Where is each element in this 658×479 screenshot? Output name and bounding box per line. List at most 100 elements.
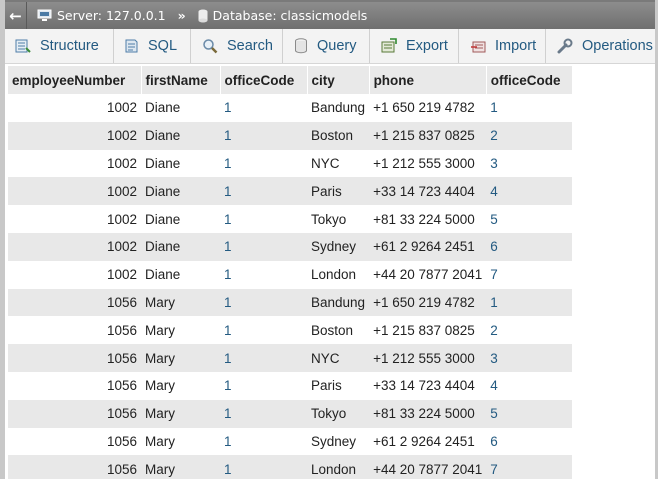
city-cell: NYC xyxy=(307,344,370,372)
employee-number-cell: 1002 xyxy=(8,149,141,178)
phone-cell: +1 212 555 3000 xyxy=(369,149,487,178)
table-row[interactable]: 1002 Diane 1 NYC +1 212 555 3000 3 xyxy=(8,149,573,178)
employee-number-cell: 1002 xyxy=(8,260,141,289)
phpmyadmin-page: ← Server: 127.0.0.1 » Database: classicm… xyxy=(0,0,658,479)
city-cell: Bandung xyxy=(307,288,370,317)
tab-search[interactable]: Search xyxy=(191,29,283,63)
city-cell: Paris xyxy=(307,177,370,206)
first-name-cell: Diane xyxy=(141,232,220,261)
column-header-phone[interactable]: phone xyxy=(369,66,487,94)
phone-cell: +1 650 219 4782 xyxy=(369,94,487,122)
column-header-firstname[interactable]: firstName xyxy=(141,66,221,94)
office-code-link[interactable]: 1 xyxy=(486,94,573,122)
tab-export[interactable]: Export xyxy=(370,29,459,63)
table-row[interactable]: 1056 Mary 1 NYC +1 212 555 3000 3 xyxy=(8,344,573,372)
employee-number-cell: 1056 xyxy=(8,371,141,400)
office-code-cell: 1 xyxy=(220,344,307,372)
column-header-city[interactable]: city xyxy=(307,66,370,94)
city-cell: Tokyo xyxy=(307,399,370,428)
tab-import[interactable]: Import xyxy=(459,29,546,63)
office-code-link[interactable]: 3 xyxy=(486,149,573,178)
column-header-employeenumber[interactable]: employeeNumber xyxy=(8,66,142,94)
table-row[interactable]: 1056 Mary 1 Boston +1 215 837 0825 2 xyxy=(8,316,573,345)
table-row[interactable]: 1056 Mary 1 London +44 20 7877 2041 7 xyxy=(8,455,573,479)
office-code-link[interactable]: 1 xyxy=(486,288,573,317)
tab-sql-label: SQL xyxy=(148,38,178,54)
table-row[interactable]: 1002 Diane 1 Boston +1 215 837 0825 2 xyxy=(8,121,573,150)
first-name-cell: Diane xyxy=(141,260,220,289)
table-row[interactable]: 1002 Diane 1 Sydney +61 2 9264 2451 6 xyxy=(8,232,573,261)
office-code-link[interactable]: 3 xyxy=(486,344,573,372)
employee-number-cell: 1002 xyxy=(8,205,141,233)
employee-number-cell: 1002 xyxy=(8,121,141,150)
office-code-link[interactable]: 4 xyxy=(486,177,573,206)
tab-bar: Structure SQL Search Query Export Import… xyxy=(5,29,655,64)
first-name-cell: Mary xyxy=(141,288,220,317)
office-code-link[interactable]: 6 xyxy=(486,232,573,261)
office-code-cell: 1 xyxy=(220,371,307,400)
employee-number-cell: 1056 xyxy=(8,288,141,317)
column-header-officecode-2[interactable]: officeCode xyxy=(486,66,573,94)
table-row[interactable]: 1002 Diane 1 Bandung +1 650 219 4782 1 xyxy=(8,94,573,122)
first-name-cell: Mary xyxy=(141,399,220,428)
phone-cell: +81 33 224 5000 xyxy=(369,399,487,428)
breadcrumb-separator: » xyxy=(177,8,186,23)
breadcrumb: ← Server: 127.0.0.1 » Database: classicm… xyxy=(5,0,655,29)
office-code-link[interactable]: 7 xyxy=(486,260,573,289)
back-arrow-icon[interactable]: ← xyxy=(5,2,27,29)
city-cell: Bandung xyxy=(307,94,370,122)
phone-cell: +1 215 837 0825 xyxy=(369,316,487,345)
table-row[interactable]: 1056 Mary 1 Sydney +61 2 9264 2451 6 xyxy=(8,427,573,456)
first-name-cell: Mary xyxy=(141,455,220,479)
office-code-link[interactable]: 2 xyxy=(486,121,573,150)
breadcrumb-server[interactable]: Server: 127.0.0.1 xyxy=(37,8,166,23)
tab-query-label: Query xyxy=(317,38,357,54)
first-name-cell: Mary xyxy=(141,344,220,372)
table-row[interactable]: 1056 Mary 1 Tokyo +81 33 224 5000 5 xyxy=(8,399,573,428)
office-code-cell: 1 xyxy=(220,121,307,150)
structure-icon xyxy=(15,38,31,54)
office-code-link[interactable]: 5 xyxy=(486,205,573,233)
table-row[interactable]: 1002 Diane 1 Paris +33 14 723 4404 4 xyxy=(8,177,573,206)
table-row[interactable]: 1002 Diane 1 Tokyo +81 33 224 5000 5 xyxy=(8,205,573,233)
table-row[interactable]: 1056 Mary 1 Bandung +1 650 219 4782 1 xyxy=(8,288,573,317)
office-code-link[interactable]: 5 xyxy=(486,399,573,428)
tab-structure[interactable]: Structure xyxy=(5,29,114,63)
first-name-cell: Diane xyxy=(141,149,220,178)
table-row[interactable]: 1002 Diane 1 London +44 20 7877 2041 7 xyxy=(8,260,573,289)
office-code-link[interactable]: 4 xyxy=(486,371,573,400)
employee-number-cell: 1056 xyxy=(8,344,141,372)
phone-cell: +61 2 9264 2451 xyxy=(369,427,487,456)
first-name-cell: Mary xyxy=(141,371,220,400)
phone-cell: +1 212 555 3000 xyxy=(369,344,487,372)
phone-cell: +33 14 723 4404 xyxy=(369,371,487,400)
office-code-cell: 1 xyxy=(220,149,307,178)
tab-query[interactable]: Query xyxy=(283,29,370,63)
city-cell: Sydney xyxy=(307,427,370,456)
export-icon xyxy=(381,38,397,54)
phone-cell: +61 2 9264 2451 xyxy=(369,232,487,261)
office-code-cell: 1 xyxy=(220,260,307,289)
tab-sql[interactable]: SQL xyxy=(114,29,191,63)
tab-operations[interactable]: Operations xyxy=(546,29,655,63)
breadcrumb-database[interactable]: Database: classicmodels xyxy=(198,8,367,23)
table-row[interactable]: 1056 Mary 1 Paris +33 14 723 4404 4 xyxy=(8,371,573,400)
table-body: 1002 Diane 1 Bandung +1 650 219 4782 1 1002 Dia… xyxy=(8,94,573,479)
employee-number-cell: 1056 xyxy=(8,427,141,456)
first-name-cell: Mary xyxy=(141,427,220,456)
employee-number-cell: 1002 xyxy=(8,94,141,122)
tab-search-label: Search xyxy=(227,38,273,54)
office-code-link[interactable]: 7 xyxy=(486,455,573,479)
office-code-link[interactable]: 2 xyxy=(486,316,573,345)
office-code-link[interactable]: 6 xyxy=(486,427,573,456)
office-code-cell: 1 xyxy=(220,427,307,456)
city-cell: Boston xyxy=(307,121,370,150)
import-icon xyxy=(470,38,486,54)
office-code-cell: 1 xyxy=(220,399,307,428)
office-code-cell: 1 xyxy=(220,177,307,206)
phone-cell: +1 215 837 0825 xyxy=(369,121,487,150)
tab-structure-label: Structure xyxy=(40,38,99,54)
column-header-officecode[interactable]: officeCode xyxy=(220,66,308,94)
office-code-cell: 1 xyxy=(220,455,307,479)
first-name-cell: Mary xyxy=(141,316,220,345)
